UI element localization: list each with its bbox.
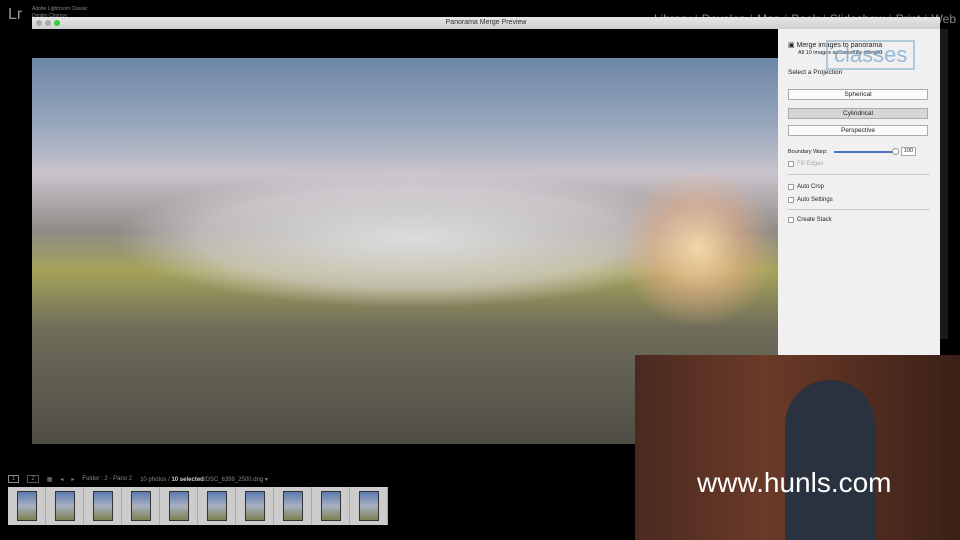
create-stack-checkbox[interactable]: Create Stack — [788, 217, 832, 223]
grid-icon[interactable]: ▦ — [47, 476, 53, 483]
boundary-warp-input[interactable]: 100 — [901, 147, 916, 156]
thumbnail-image — [244, 491, 265, 521]
filmstrip-toolbar: 1 2 ▦ ◂ ▸ Folder : 2 - Pano 2 10 photos … — [0, 473, 635, 485]
boundary-warp-slider[interactable] — [834, 151, 896, 153]
thumbnail-image — [16, 491, 37, 521]
thumbnail-image — [168, 491, 189, 521]
checkbox-box — [788, 184, 794, 190]
thumbnail-image — [282, 491, 303, 521]
auto-crop-checkbox[interactable]: Auto Crop — [788, 184, 824, 190]
projection-label: Select a Projection — [788, 69, 843, 76]
boundary-warp-label: Boundary Warp: — [788, 149, 828, 155]
filmstrip-thumbnail[interactable] — [198, 487, 236, 525]
thumbnail-image — [320, 491, 341, 521]
checkbox-label: Fill Edges — [797, 161, 824, 167]
thumbnail-image — [358, 491, 379, 521]
view-2-button[interactable]: 2 — [27, 475, 39, 483]
dialog-titlebar: Panorama Merge Preview — [32, 17, 940, 29]
checkbox-label: Auto Crop — [797, 184, 825, 190]
filmstrip-thumbnail[interactable] — [46, 487, 84, 525]
filmstrip-thumbnail[interactable] — [84, 487, 122, 525]
scrollbar[interactable] — [940, 29, 948, 339]
filmstrip-thumbnail[interactable] — [160, 487, 198, 525]
photo-count: 10 photos / — [140, 476, 170, 483]
fill-edges-checkbox[interactable]: Fill Edges — [788, 161, 823, 167]
checkbox-label: Auto Settings — [797, 197, 833, 203]
checkbox-label: Create Stack — [797, 217, 832, 223]
merge-options-panel: ▣ Merge images to panorama All 10 images… — [778, 29, 940, 356]
classes-logo: classes — [826, 40, 916, 70]
filmstrip-thumbnail[interactable] — [8, 487, 46, 525]
slider-thumb[interactable] — [892, 148, 899, 155]
cylindrical-button[interactable]: Cylindrical — [788, 108, 928, 119]
filmstrip — [8, 487, 388, 525]
dialog-title: Panorama Merge Preview — [445, 19, 527, 26]
lr-logo: Lr — [8, 6, 23, 23]
selected-count: 10 selected — [171, 476, 204, 483]
filename: /DSC_6399_2500.dng — [203, 476, 264, 483]
filmstrip-thumbnail[interactable] — [236, 487, 274, 525]
thumbnail-image — [130, 491, 151, 521]
minimize-icon[interactable] — [45, 20, 51, 26]
back-arrow-icon[interactable]: ◂ — [60, 476, 63, 483]
auto-settings-checkbox[interactable]: Auto Settings — [788, 197, 833, 203]
sun-glow — [618, 168, 778, 328]
perspective-button[interactable]: Perspective — [788, 125, 928, 136]
watermark: www.hunls.com — [697, 467, 892, 498]
filmstrip-thumbnail[interactable] — [312, 487, 350, 525]
thumbnail-image — [92, 491, 113, 521]
filmstrip-thumbnail[interactable] — [350, 487, 388, 525]
divider — [788, 209, 930, 210]
filmstrip-thumbnail[interactable] — [122, 487, 160, 525]
checkbox-box — [788, 217, 794, 223]
thumbnail-image — [206, 491, 227, 521]
divider — [788, 174, 930, 175]
checkbox-box — [788, 197, 794, 203]
close-icon[interactable] — [36, 20, 42, 26]
filmstrip-thumbnail[interactable] — [274, 487, 312, 525]
presenter — [785, 380, 875, 540]
spherical-button[interactable]: Spherical — [788, 89, 928, 100]
view-1-button[interactable]: 1 — [8, 475, 20, 483]
app-title: Adobe Lightroom Classic — [32, 6, 88, 12]
presenter-video: www.hunls.com — [635, 355, 960, 540]
zoom-icon[interactable] — [54, 20, 60, 26]
checkbox-box — [788, 161, 794, 167]
source-label[interactable]: Folder : 2 - Pano 2 — [82, 476, 132, 482]
forward-arrow-icon[interactable]: ▸ — [71, 476, 74, 483]
thumbnail-image — [54, 491, 75, 521]
